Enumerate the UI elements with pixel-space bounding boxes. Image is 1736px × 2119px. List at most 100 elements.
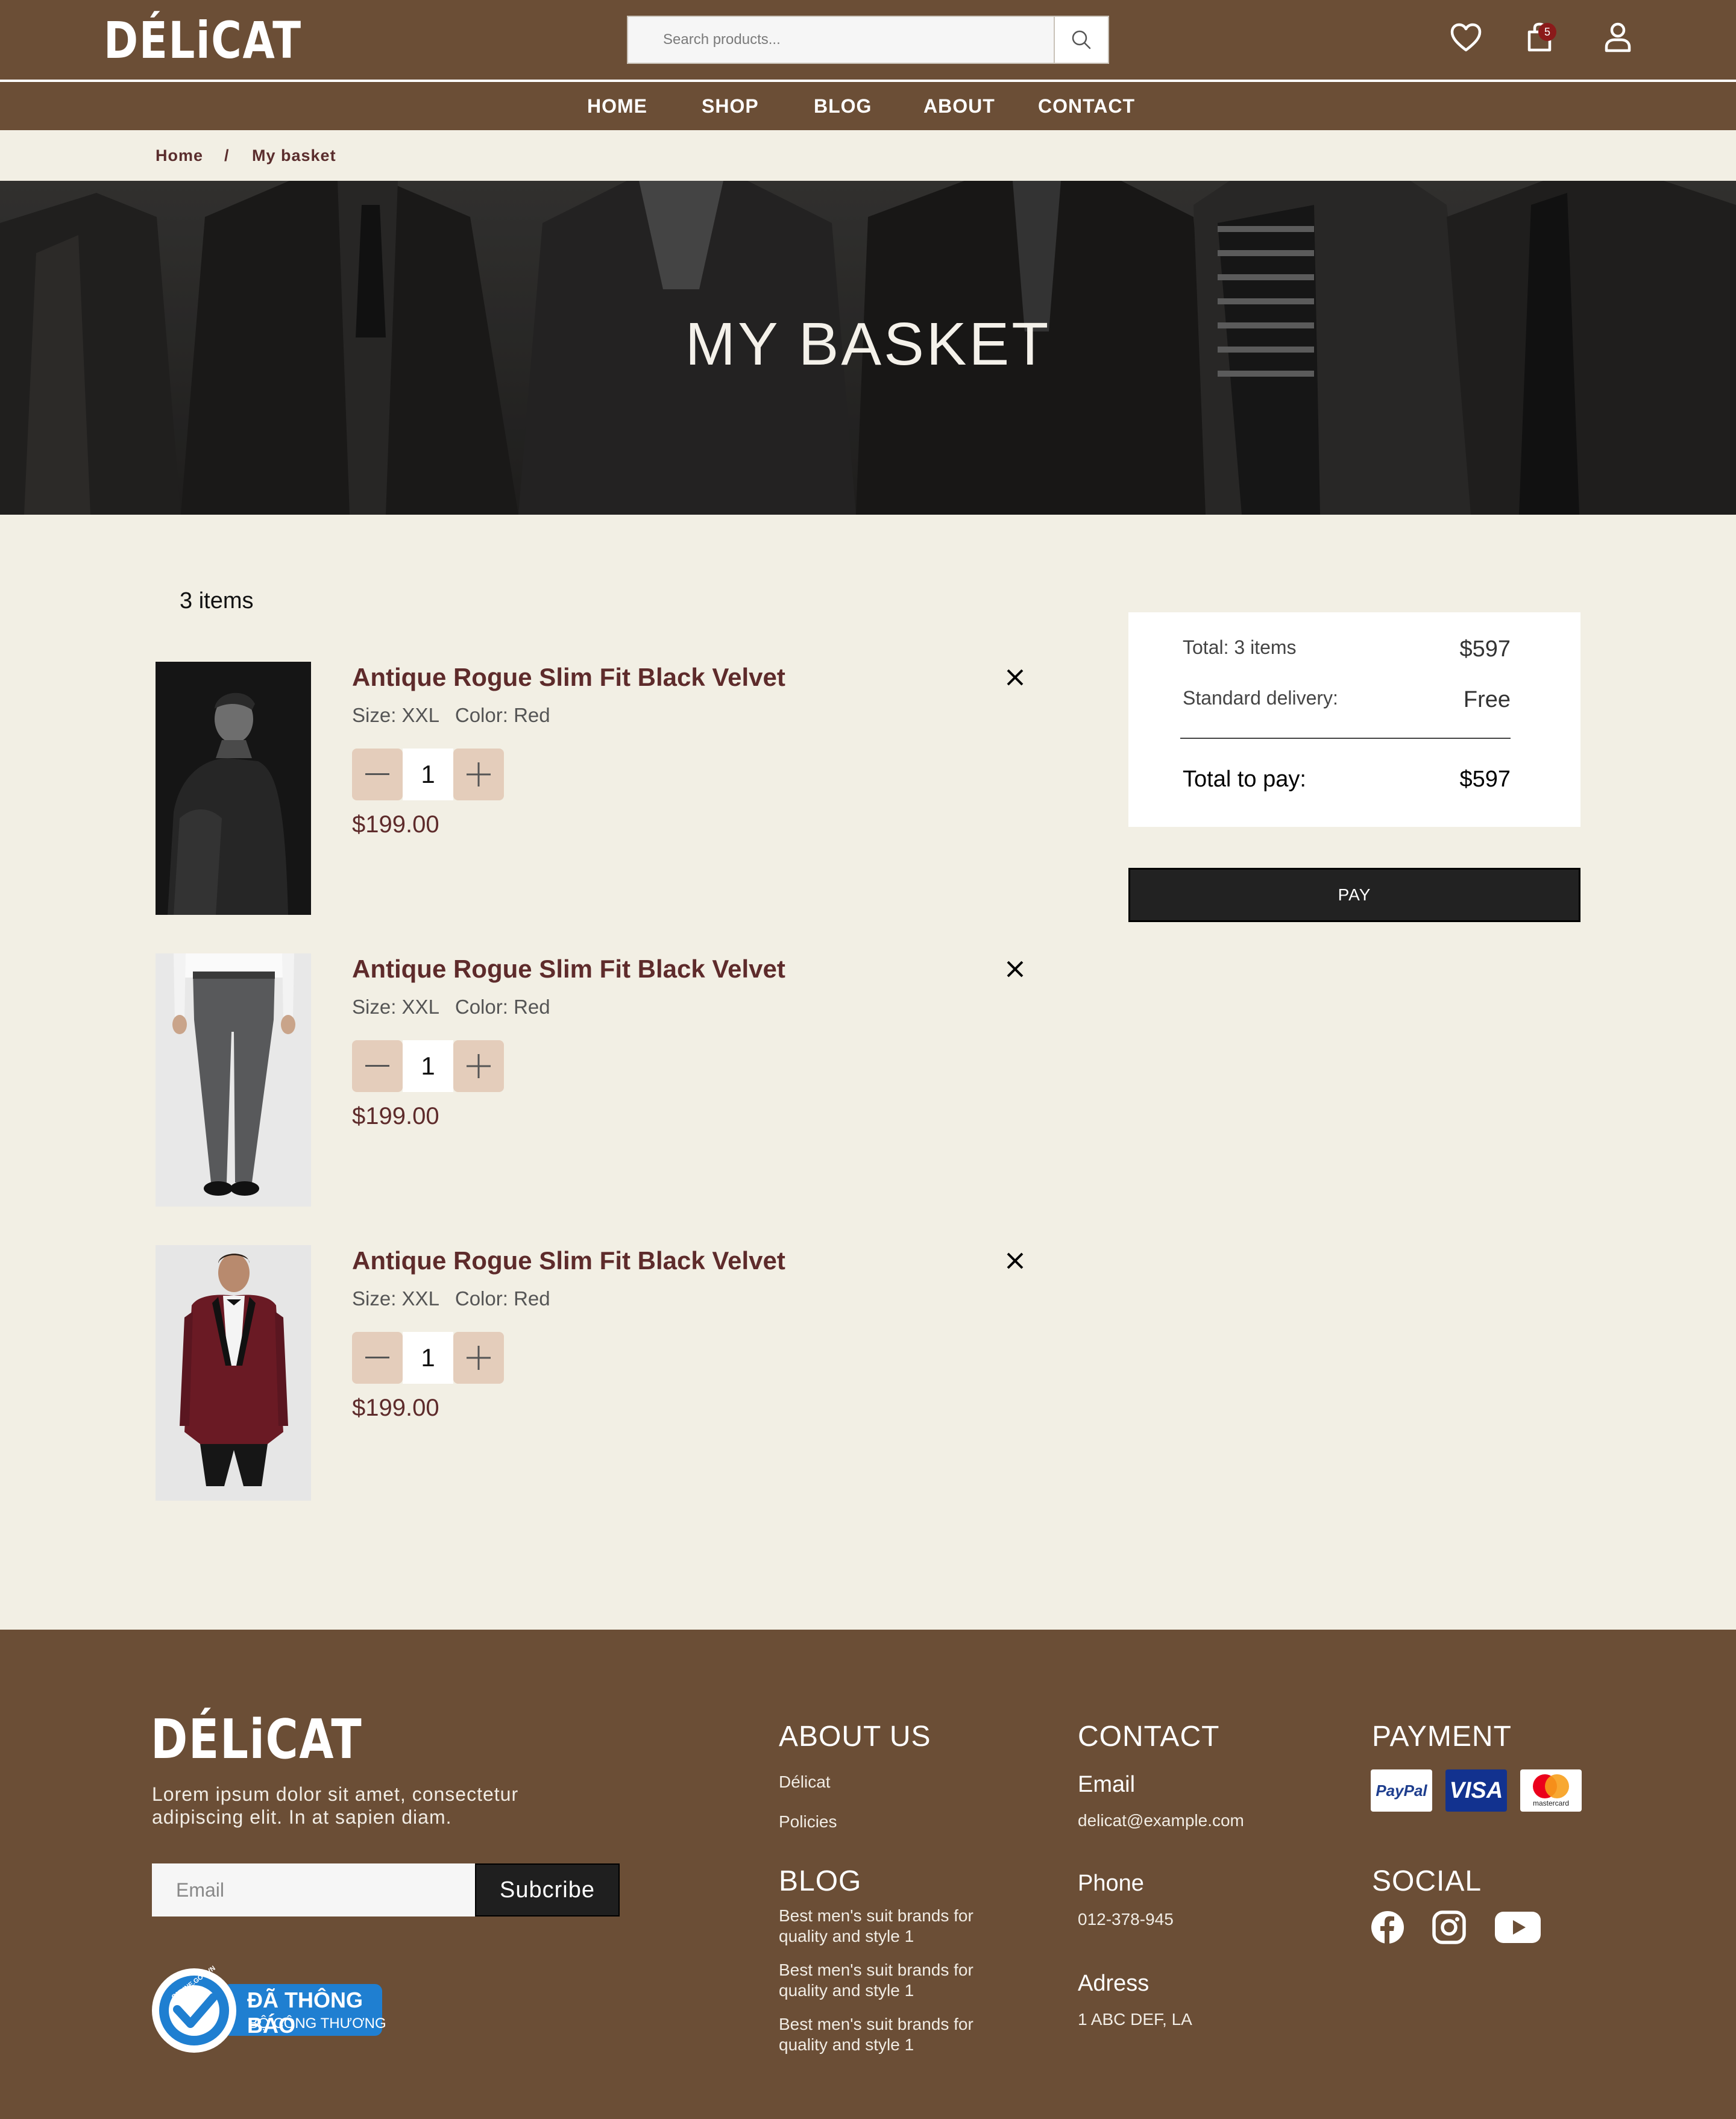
breadcrumb-separator: / <box>224 146 230 165</box>
footer-blog-heading: BLOG <box>779 1865 862 1897</box>
contact-phone-label: Phone <box>1078 1871 1144 1896</box>
size-value: XXL <box>401 996 439 1018</box>
product-image[interactable] <box>156 1245 311 1501</box>
close-icon <box>1007 669 1024 686</box>
minus-icon <box>365 773 389 775</box>
size-label: Size: <box>352 704 397 726</box>
breadcrumb-current: My basket <box>252 146 336 165</box>
size-value: XXL <box>401 1287 439 1310</box>
heart-icon <box>1450 23 1482 52</box>
size-label: Size: <box>352 1287 397 1310</box>
summary-divider <box>1180 738 1511 739</box>
instagram-link[interactable] <box>1431 1909 1467 1945</box>
brand-logo[interactable]: DÉLiCAT <box>104 11 302 70</box>
product-name[interactable]: Antique Rogue Slim Fit Black Velvet <box>352 663 785 692</box>
color-value: Red <box>514 704 550 726</box>
delivery-value: Free <box>1463 687 1511 712</box>
color-label: Color: <box>454 1287 508 1310</box>
product-image[interactable] <box>156 662 311 915</box>
quantity-stepper: 1 <box>352 749 504 800</box>
remove-item-button[interactable] <box>1001 955 1030 984</box>
product-attributes: Size: XXL Color: Red <box>352 996 550 1019</box>
top-header: DÉLiCAT 5 <box>0 0 1736 80</box>
minus-icon <box>365 1065 389 1067</box>
increase-quantity-button[interactable] <box>453 749 504 800</box>
footer-contact-heading: CONTACT <box>1078 1721 1220 1753</box>
facebook-link[interactable] <box>1370 1909 1406 1945</box>
product-photo-grey-trousers <box>156 953 311 1207</box>
color-value: Red <box>514 996 550 1018</box>
decrease-quantity-button[interactable] <box>352 749 403 800</box>
nav-shop[interactable]: SHOP <box>702 82 759 130</box>
footer-link-delicat[interactable]: Délicat <box>779 1772 831 1792</box>
decrease-quantity-button[interactable] <box>352 1332 403 1384</box>
quantity-value[interactable]: 1 <box>403 1332 453 1384</box>
plus-icon <box>467 1054 491 1078</box>
breadcrumb-home[interactable]: Home <box>156 130 203 181</box>
nav-contact[interactable]: CONTACT <box>1038 82 1135 130</box>
search-icon <box>1072 30 1091 49</box>
footer-blog-post-link[interactable]: Best men's suit brands for quality and s… <box>779 2014 1020 2055</box>
footer-about-heading: ABOUT US <box>779 1721 931 1753</box>
subscribe-button[interactable]: Subcribe <box>475 1863 620 1917</box>
increase-quantity-button[interactable] <box>453 1040 504 1092</box>
search-input[interactable] <box>628 17 1055 63</box>
cart-count-badge: 5 <box>1538 23 1556 41</box>
pay-button[interactable]: PAY <box>1128 868 1580 922</box>
footer-description: Lorem ipsum dolor sit amet, consectetur … <box>152 1783 519 1828</box>
footer-blog-post-link[interactable]: Best men's suit brands for quality and s… <box>779 1906 1020 1947</box>
plus-icon <box>467 1346 491 1370</box>
nav-blog[interactable]: BLOG <box>814 82 872 130</box>
product-image[interactable] <box>156 953 311 1207</box>
summary-total-row: Total: 3 items $597 <box>1183 636 1511 662</box>
user-icon <box>1605 22 1631 52</box>
mastercard-card: mastercard <box>1520 1769 1582 1812</box>
newsletter-email-input[interactable] <box>152 1863 475 1917</box>
contact-address-label: Adress <box>1078 1971 1149 1996</box>
quantity-value[interactable]: 1 <box>403 749 453 800</box>
contact-email-link[interactable]: delicat@example.com <box>1078 1810 1244 1831</box>
footer-logo[interactable]: DÉLiCAT <box>151 1708 362 1771</box>
youtube-icon <box>1495 1912 1541 1943</box>
quantity-stepper: 1 <box>352 1332 504 1384</box>
page-title: MY BASKET <box>685 310 1051 378</box>
color-value: Red <box>514 1287 550 1310</box>
visa-card: VISA <box>1445 1769 1507 1812</box>
total-to-pay-label: Total to pay: <box>1183 767 1306 792</box>
summary-total-label: Total: 3 items <box>1183 636 1297 658</box>
remove-item-button[interactable] <box>1001 663 1030 692</box>
color-label: Color: <box>454 996 508 1018</box>
contact-address-value: 1 ABC DEF, LA <box>1078 2010 1192 2029</box>
nav-about[interactable]: ABOUT <box>923 82 995 130</box>
summary-total-value: $597 <box>1459 636 1511 662</box>
contact-phone-link[interactable]: 012-378-945 <box>1078 1909 1174 1930</box>
close-icon <box>1007 961 1024 978</box>
search-button[interactable] <box>1054 17 1108 63</box>
paypal-card: PayPal <box>1371 1769 1432 1812</box>
remove-item-button[interactable] <box>1001 1246 1030 1275</box>
product-name[interactable]: Antique Rogue Slim Fit Black Velvet <box>352 1246 785 1275</box>
footer-link-policies[interactable]: Policies <box>779 1812 837 1832</box>
size-value: XXL <box>401 704 439 726</box>
quantity-stepper: 1 <box>352 1040 504 1092</box>
product-attributes: Size: XXL Color: Red <box>352 1287 550 1310</box>
mastercard-label: mastercard <box>1532 1799 1570 1807</box>
account-button[interactable] <box>1599 18 1637 57</box>
facebook-icon <box>1371 1911 1404 1944</box>
decrease-quantity-button[interactable] <box>352 1040 403 1092</box>
quantity-value[interactable]: 1 <box>403 1040 453 1092</box>
main-nav: HOME SHOP BLOG ABOUT CONTACT <box>0 82 1736 130</box>
product-name[interactable]: Antique Rogue Slim Fit Black Velvet <box>352 955 785 984</box>
wishlist-button[interactable] <box>1447 18 1485 57</box>
footer-payment-heading: PAYMENT <box>1372 1721 1512 1753</box>
instagram-icon <box>1432 1910 1466 1944</box>
youtube-link[interactable] <box>1492 1909 1543 1945</box>
color-label: Color: <box>454 704 508 726</box>
gov-registration-badge[interactable]: ONLINE.GOV.VN ĐÃ THÔNG BÁO BỘ CÔNG THƯƠN… <box>151 1965 387 2054</box>
product-attributes: Size: XXL Color: Red <box>352 704 550 727</box>
footer-blog-post-link[interactable]: Best men's suit brands for quality and s… <box>779 1960 1020 2001</box>
site-footer: DÉLiCAT Lorem ipsum dolor sit amet, cons… <box>0 1630 1736 2119</box>
summary-pay-row: Total to pay: $597 <box>1183 767 1511 793</box>
increase-quantity-button[interactable] <box>453 1332 504 1384</box>
nav-home[interactable]: HOME <box>587 82 647 130</box>
